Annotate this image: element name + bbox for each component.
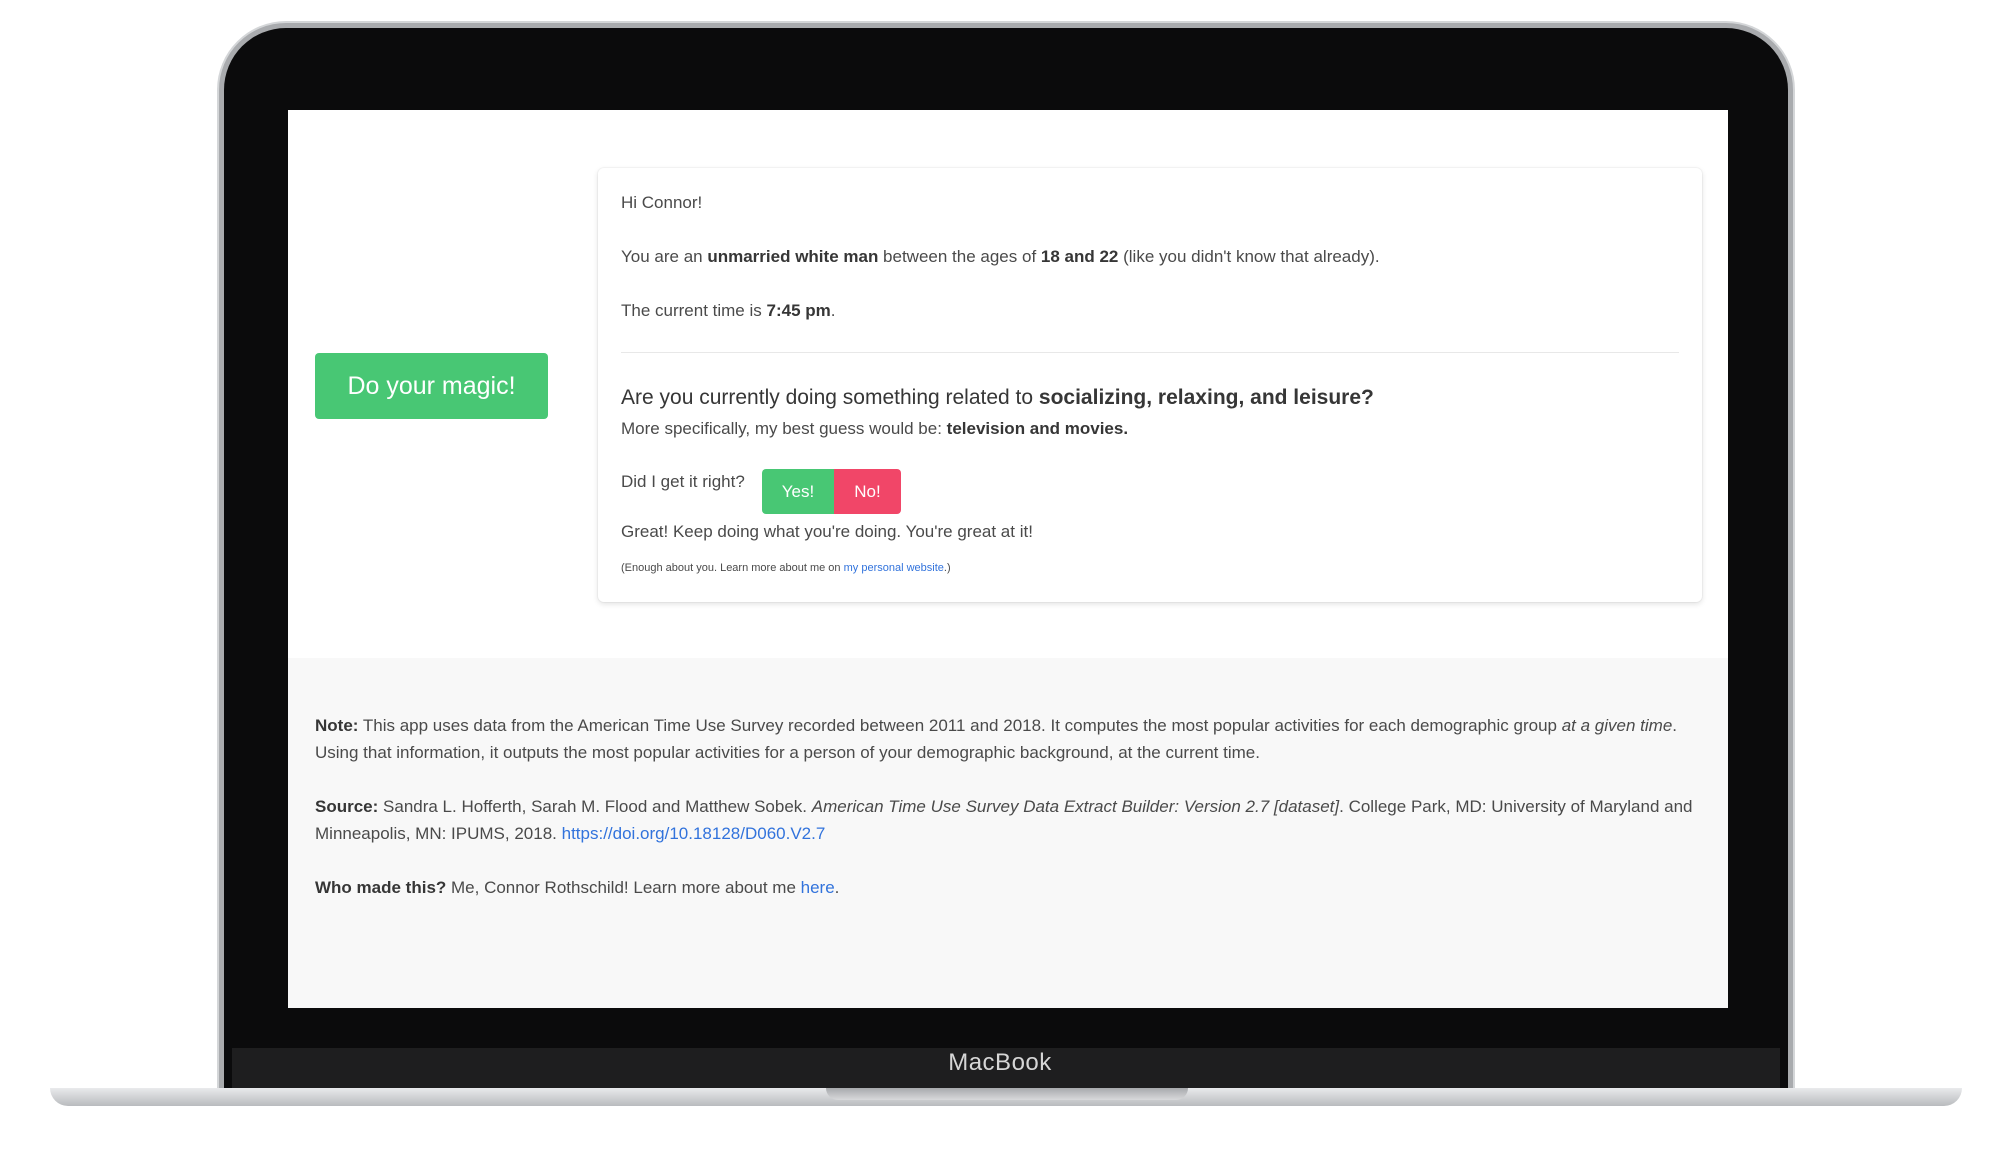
- doi-link[interactable]: https://doi.org/10.18128/D060.V2.7: [562, 824, 826, 843]
- source-paragraph: Source: Sandra L. Hofferth, Sarah M. Flo…: [315, 793, 1701, 847]
- personal-website-note: (Enough about you. Learn more about me o…: [621, 562, 1679, 574]
- activity-category: socializing, relaxing, and leisure?: [1038, 386, 1374, 409]
- note-emphasis: at a given time: [1561, 716, 1673, 735]
- guess-line: More specifically, my best guess would b…: [621, 419, 1679, 439]
- demographic-text: (like you didn't know that already).: [1118, 247, 1380, 266]
- feedback-message: Great! Keep doing what you're doing. You…: [621, 522, 1033, 541]
- greeting: Hi Connor!: [621, 193, 703, 212]
- note-text: .): [943, 562, 951, 574]
- who-period: .: [834, 878, 840, 897]
- demographic-line: You are an unmarried white man between t…: [621, 247, 1679, 267]
- laptop-brand-label: MacBook: [948, 1049, 1052, 1076]
- age-range: 18 and 22: [1040, 247, 1119, 266]
- note-text: (Enough about you. Learn more about me o…: [621, 562, 844, 574]
- do-your-magic-button[interactable]: Do your magic!: [315, 353, 548, 419]
- source-title: American Time Use Survey Data Extract Bu…: [811, 797, 1340, 816]
- laptop-notch: [826, 1088, 1188, 1100]
- question-text: Are you currently doing something relate…: [621, 386, 1039, 409]
- demographic-text: You are an: [621, 247, 708, 266]
- note-paragraph: Note: This app uses data from the Americ…: [315, 712, 1701, 766]
- source-text: Sandra L. Hofferth, Sarah M. Flood and M…: [378, 797, 812, 816]
- guess-text: More specifically, my best guess would b…: [621, 419, 947, 438]
- yes-button[interactable]: Yes!: [762, 469, 834, 514]
- no-button[interactable]: No!: [834, 469, 901, 514]
- who-text: Me, Connor Rothschild! Learn more about …: [446, 878, 801, 897]
- personal-website-link[interactable]: my personal website: [844, 562, 944, 574]
- activity-question: Are you currently doing something relate…: [621, 386, 1679, 410]
- browser-screen: Do your magic! Hi Connor! You are an unm…: [288, 110, 1728, 1008]
- demographic-text: between the ages of: [878, 247, 1041, 266]
- note-label: Note:: [315, 716, 359, 735]
- divider: [621, 352, 1679, 353]
- here-link[interactable]: here: [801, 878, 835, 897]
- time-label: The current time is: [621, 301, 767, 320]
- note-text: This app uses data from the American Tim…: [358, 716, 1562, 735]
- main-section: Do your magic! Hi Connor! You are an unm…: [288, 110, 1728, 658]
- time-period: .: [830, 301, 836, 320]
- result-card: Hi Connor! You are an unmarried white ma…: [598, 168, 1702, 602]
- footer: Note: This app uses data from the Americ…: [288, 658, 1728, 1008]
- who-label: Who made this?: [315, 878, 447, 897]
- guess-activity: television and movies.: [946, 419, 1129, 438]
- current-time-line: The current time is 7:45 pm.: [621, 301, 1679, 321]
- current-time-value: 7:45 pm: [766, 301, 831, 320]
- source-label: Source:: [315, 797, 379, 816]
- demographic-group: unmarried white man: [707, 247, 879, 266]
- who-made-paragraph: Who made this? Me, Connor Rothschild! Le…: [315, 874, 1701, 901]
